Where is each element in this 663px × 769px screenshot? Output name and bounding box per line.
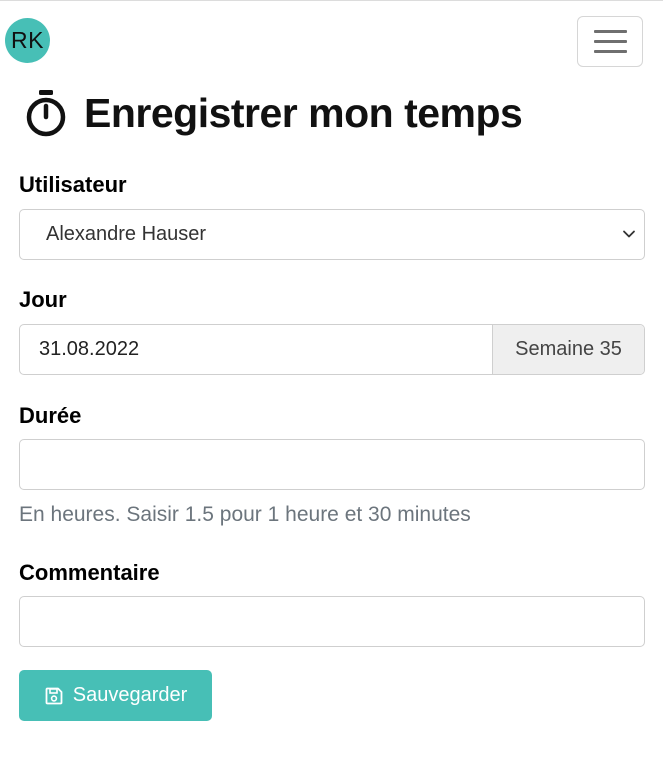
avatar-initials: RK	[11, 27, 44, 53]
user-label: Utilisateur	[19, 172, 127, 197]
hamburger-icon	[593, 30, 627, 33]
duration-label: Durée	[19, 403, 82, 428]
comment-label: Commentaire	[19, 560, 160, 585]
day-input-group: 31.08.2022 Semaine 35	[19, 324, 645, 375]
day-input-value: 31.08.2022	[39, 338, 140, 360]
save-button[interactable]: Sauvegarder	[19, 670, 212, 721]
save-button-label: Sauvegarder	[72, 684, 188, 706]
duration-help-text: En heures. Saisir 1.5 pour 1 heure et 30…	[19, 503, 471, 526]
comment-input[interactable]	[19, 596, 645, 647]
page-title-text: Enregistrer mon temps	[84, 89, 523, 136]
chevron-down-icon	[623, 230, 635, 238]
stopwatch-icon	[26, 90, 66, 137]
day-label: Jour	[19, 287, 67, 312]
duration-input[interactable]	[19, 439, 645, 490]
day-input[interactable]: 31.08.2022	[20, 325, 492, 374]
user-select[interactable]: Alexandre Hauser	[19, 209, 645, 260]
floppy-disk-icon	[45, 687, 63, 704]
week-addon: Semaine 35	[492, 325, 644, 374]
menu-button[interactable]	[577, 16, 643, 67]
avatar[interactable]: RK	[5, 18, 50, 63]
user-select-value: Alexandre Hauser	[46, 223, 207, 245]
page-title: Enregistrer mon temps	[24, 88, 523, 138]
